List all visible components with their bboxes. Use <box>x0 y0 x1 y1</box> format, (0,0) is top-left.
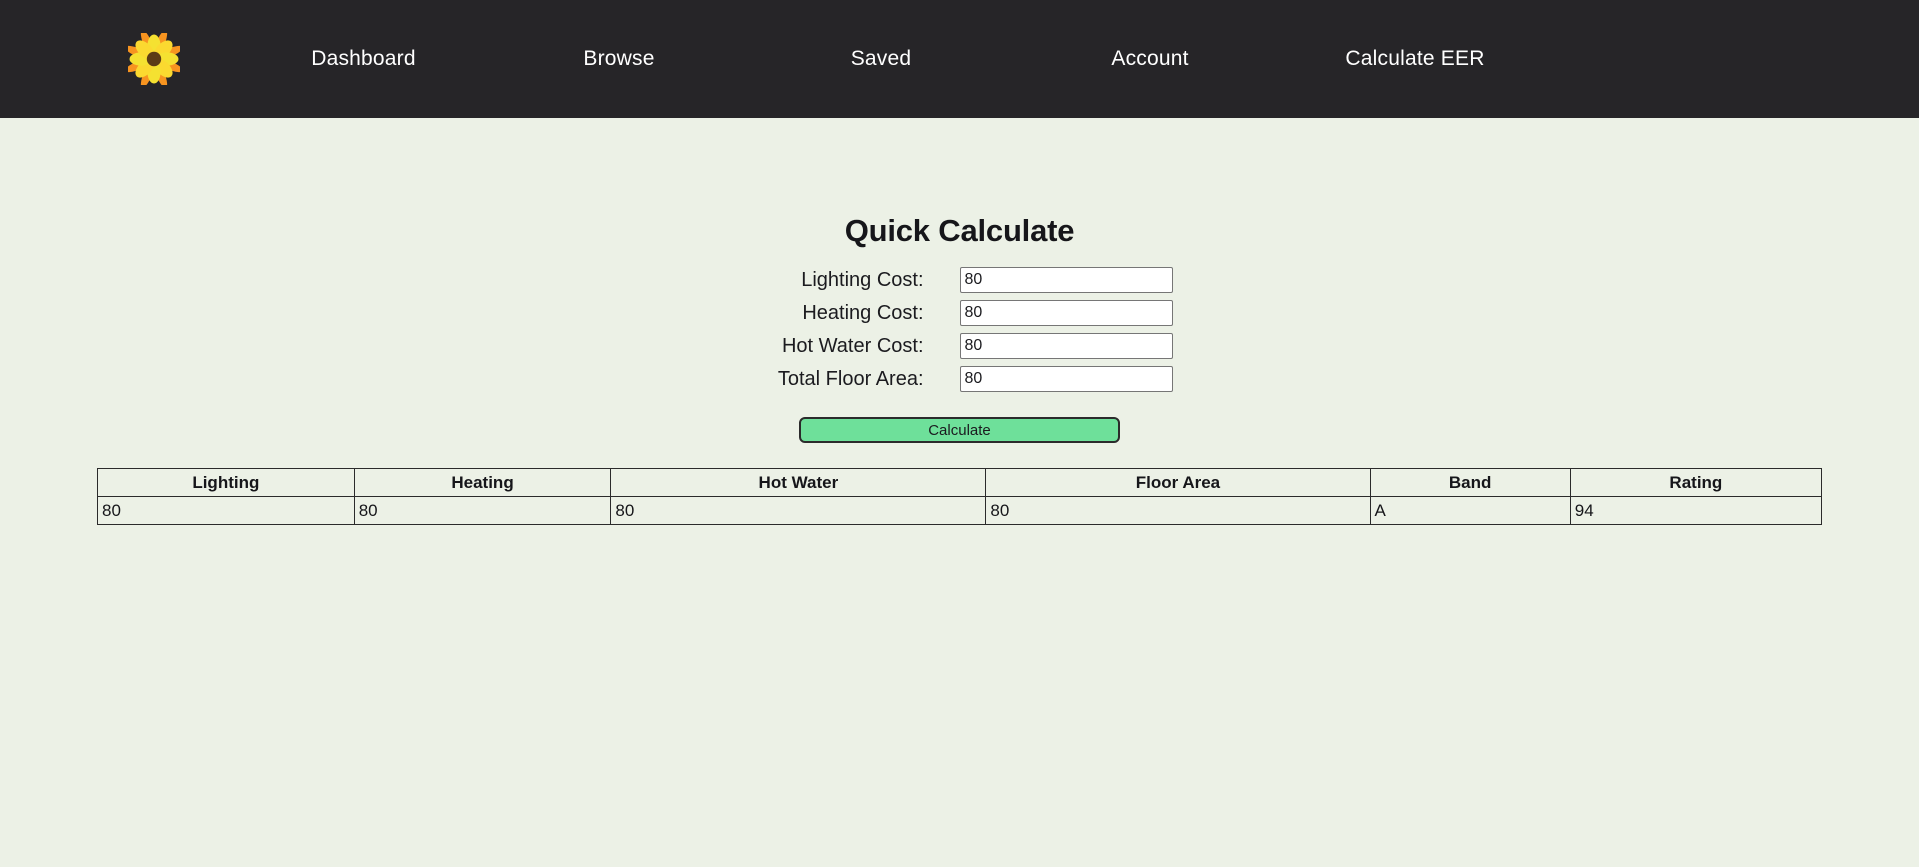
input-lighting-cost[interactable] <box>959 267 1173 293</box>
form-row-hot-water-cost: Hot Water Cost: <box>0 333 1919 359</box>
results-table: Lighting Heating Hot Water Floor Area Ba… <box>97 468 1823 525</box>
cell-rating: 94 <box>1569 496 1823 525</box>
cell-floor-area: 80 <box>985 496 1371 525</box>
form-row-total-floor-area: Total Floor Area: <box>0 366 1919 392</box>
label-lighting-cost: Lighting Cost: <box>801 268 924 291</box>
column-header-band: Band <box>1369 468 1571 497</box>
cell-lighting: 80 <box>97 496 355 525</box>
column-header-hot-water: Hot Water <box>610 468 987 497</box>
column-header-heating: Heating <box>353 468 612 497</box>
cell-heating: 80 <box>353 496 612 525</box>
input-hot-water-cost[interactable] <box>959 333 1173 359</box>
results-table-head: Lighting Heating Hot Water Floor Area Ba… <box>97 468 1823 497</box>
table-row: 80 80 80 80 A 94 <box>97 496 1823 525</box>
top-navigation-bar: Dashboard Browse Saved Account Calculate… <box>0 0 1919 118</box>
nav-item-browse[interactable]: Browse <box>491 47 747 71</box>
table-header-row: Lighting Heating Hot Water Floor Area Ba… <box>97 468 1823 497</box>
cell-band: A <box>1369 496 1571 525</box>
label-total-floor-area: Total Floor Area: <box>777 367 924 390</box>
cell-hot-water: 80 <box>610 496 987 525</box>
input-heating-cost[interactable] <box>959 300 1173 326</box>
nav-item-saved[interactable]: Saved <box>747 47 1015 71</box>
main-content: Quick Calculate Lighting Cost: Heating C… <box>0 118 1919 867</box>
column-header-rating: Rating <box>1569 468 1823 497</box>
form-row-lighting-cost: Lighting Cost: <box>0 267 1919 293</box>
label-heating-cost: Heating Cost: <box>802 301 924 324</box>
nav-item-calculate-eer[interactable]: Calculate EER <box>1285 47 1545 71</box>
label-hot-water-cost: Hot Water Cost: <box>781 334 924 357</box>
site-logo[interactable] <box>124 29 184 89</box>
nav-links: Dashboard Browse Saved Account Calculate… <box>184 47 1919 71</box>
form-row-heating-cost: Heating Cost: <box>0 300 1919 326</box>
submit-row: Calculate <box>0 417 1919 443</box>
column-header-lighting: Lighting <box>97 468 355 497</box>
input-total-floor-area[interactable] <box>959 366 1173 392</box>
page-title: Quick Calculate <box>844 213 1075 248</box>
results-table-body: 80 80 80 80 A 94 <box>97 496 1823 525</box>
quick-calculate-form: Lighting Cost: Heating Cost: Hot Water C… <box>0 249 1919 443</box>
results-table-container: Lighting Heating Hot Water Floor Area Ba… <box>97 468 1823 525</box>
nav-item-account[interactable]: Account <box>1015 47 1285 71</box>
nav-item-dashboard[interactable]: Dashboard <box>236 47 491 71</box>
calculate-button[interactable]: Calculate <box>799 417 1120 443</box>
blossom-flower-icon <box>128 33 180 85</box>
column-header-floor-area: Floor Area <box>985 468 1371 497</box>
